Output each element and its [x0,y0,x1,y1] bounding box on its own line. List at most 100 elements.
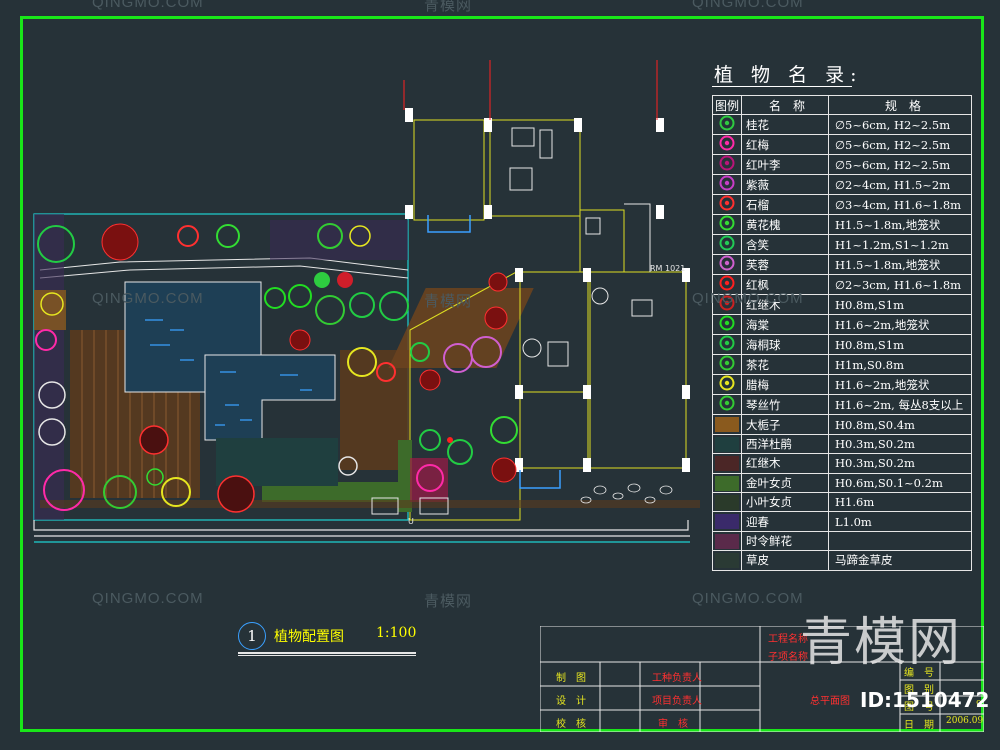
tb-label-design: 设 计 [556,696,586,707]
legend-swatch [715,417,739,433]
legend-plant-name: 海桐球 [741,334,829,356]
watermark-logo-text: 青模网 [800,613,963,673]
legend-plant-name: 红叶李 [741,154,829,176]
watermark-text: QINGMO.COM [92,0,204,11]
legend-row: 红梅 ∅5~6cm, H2~2.5m [712,134,972,156]
legend-plant-spec: H1.6~2m,地笼状 [828,374,972,396]
plan-title-underline-thin [238,655,416,656]
legend-plant-name: 金叶女贞 [741,472,829,493]
legend-swatch [715,456,739,472]
legend-row: 大栀子 H0.8m,S0.4m [712,414,972,435]
legend-swatch [715,494,739,510]
legend-plant-spec: H0.8m,S1m [828,294,972,316]
legend-plant-spec: H1.5~1.8m,地笼状 [828,254,972,276]
legend-plant-name: 石榴 [741,194,829,216]
legend-row: 西洋杜鹃 H0.3m,S0.2m [712,433,972,455]
legend-plant-spec [828,530,972,552]
tb-field-date: 日 期 [904,720,934,731]
legend-row: 海桐球 H0.8m,S1m [712,334,972,356]
legend-plant-name: 桂花 [741,114,829,136]
legend-plant-spec: L1.0m [828,511,972,532]
loropetalum-swatch [712,453,742,474]
legend-plant-name: 大栀子 [741,414,829,435]
watermark-text: QINGMO.COM [92,590,204,607]
legend-row: 迎春 L1.0m [712,511,972,532]
legend-row: 芙蓉 H1.5~1.8m,地笼状 [712,254,972,276]
legend-plant-symbol [719,135,735,151]
tb-role-trade: 工种负责人 [652,673,702,684]
watermark-text: QINGMO.COM [692,590,804,607]
pomegranate-icon [712,194,742,216]
red-plum-icon [712,134,742,156]
tb-label-draw: 制 图 [556,673,586,684]
legend-row: 桂花 ∅5~6cm, H2~2.5m [712,114,972,136]
legend-plant-spec: H1.6~2m,地笼状 [828,314,972,336]
legend-plant-name: 时令鲜花 [741,530,829,552]
crabapple-icon [712,314,742,336]
legend-plant-spec: H0.8m,S0.4m [828,414,972,435]
legend-plant-name: 西洋杜鹃 [741,433,829,455]
legend-header-row: 图例 名 称 规 格 [712,94,972,116]
legend-plant-spec: H0.8m,S1m [828,334,972,356]
legend-plant-spec: ∅5~6cm, H2~2.5m [828,134,972,156]
legend-plant-spec: H0.3m,S0.2m [828,453,972,474]
legend-swatch [715,533,739,549]
legend-plant-spec: H1~1.2m,S1~1.2m [828,234,972,256]
legend-plant-name: 迎春 [741,511,829,532]
gardenia-swatch [712,414,742,435]
osmanthus-icon [712,114,742,136]
plan-title-text: 植物配置图 [274,629,344,645]
legend-plant-spec: H1.6m [828,491,972,513]
pittosporum-icon [712,334,742,356]
tb-drawing-name: 总平面图 [810,696,850,707]
legend-plant-name: 红继木 [741,453,829,474]
winter-jasmine-swatch [712,511,742,532]
legend-plant-spec: H0.3m,S0.2m [828,433,972,455]
golden-privet-swatch [712,472,742,493]
bamboo-icon [712,394,742,416]
legend-plant-symbol [719,315,735,331]
hibiscus-icon [712,254,742,276]
legend-plant-name: 芙蓉 [741,254,829,276]
crape-myrtle-icon [712,174,742,196]
michelia-icon [712,234,742,256]
door-tag: RM 1021 [650,264,685,273]
legend-swatch [715,475,739,491]
legend-swatch [715,514,739,530]
camellia-icon [712,354,742,376]
legend-plant-symbol [719,155,735,171]
legend-header-name: 名 称 [741,94,829,116]
legend-plant-symbol [719,175,735,191]
legend-plant-name: 海棠 [741,314,829,336]
legend-plant-name: 小叶女贞 [741,491,829,513]
legend-plant-name: 草皮 [741,550,829,571]
legend-plant-spec: H1m,S0.8m [828,354,972,376]
legend-swatch [715,553,739,569]
tb-label-check: 校 核 [556,719,586,730]
legend-plant-name: 腊梅 [741,374,829,396]
lawn-swatch [712,550,742,571]
legend-row: 金叶女贞 H0.6m,S0.1~0.2m [712,472,972,493]
legend-plant-name: 琴丝竹 [741,394,829,416]
watermark-text: QINGMO.COM [692,290,804,307]
legend-header-spec: 规 格 [828,94,972,116]
legend-row: 草皮 马蹄金草皮 [712,550,972,571]
legend-plant-symbol [719,215,735,231]
legend-row: 时令鲜花 [712,530,972,552]
legend-row: 红继木 H0.3m,S0.2m [712,453,972,474]
legend-row: 海棠 H1.6~2m,地笼状 [712,314,972,336]
legend-plant-name: 红梅 [741,134,829,156]
legend-plant-symbol [719,255,735,271]
azalea-swatch [712,433,742,455]
legend-plant-spec: 马蹄金草皮 [828,550,972,571]
plan-scale: 1:100 [376,625,417,641]
watermark-text: QINGMO.COM [92,290,204,307]
legend-plant-spec: H1.5~1.8m,地笼状 [828,214,972,236]
tb-date-value: 2006.09 [946,716,984,726]
yellow-sophora-icon [712,214,742,236]
legend-title: 植 物 名 录: [714,64,863,86]
legend-row: 紫薇 ∅2~4cm, H1.5~2m [712,174,972,196]
legend-row: 黄花槐 H1.5~1.8m,地笼状 [712,214,972,236]
legend-row: 茶花 H1m,S0.8m [712,354,972,376]
purple-leaf-plum-icon [712,154,742,176]
